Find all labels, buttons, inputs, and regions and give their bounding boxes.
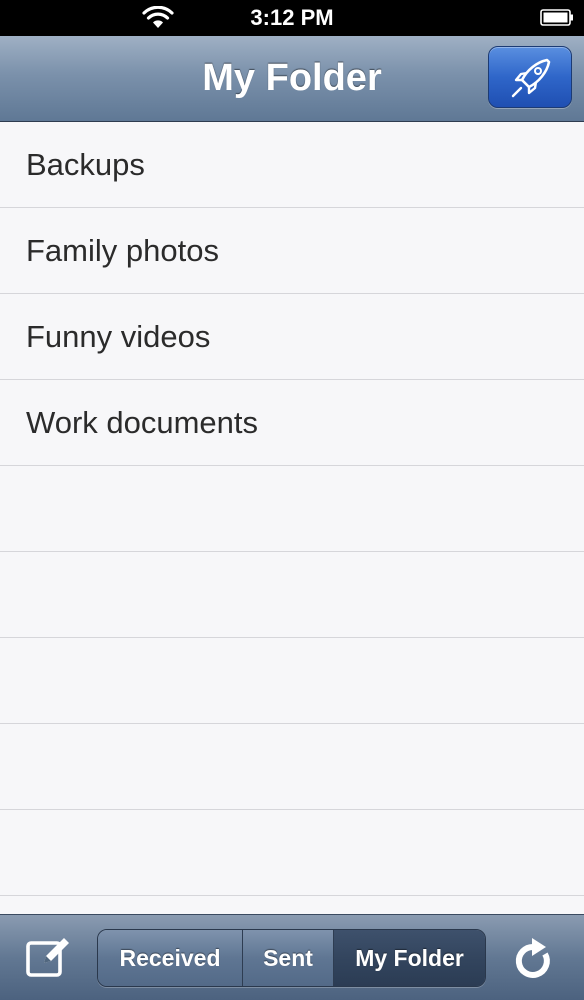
compose-icon[interactable] — [24, 935, 72, 981]
list-item-label: Funny videos — [26, 319, 211, 354]
list-item-label: Family photos — [26, 233, 219, 268]
empty-list-row — [0, 638, 584, 724]
segment-sent[interactable]: Sent — [243, 930, 334, 986]
nav-bar: My Folder — [0, 36, 584, 122]
status-bar: 3:12 PM — [0, 0, 584, 36]
mailbox-segmented-control: Received Sent My Folder — [97, 929, 486, 987]
send-button[interactable] — [488, 46, 572, 108]
segment-label: Received — [119, 944, 221, 971]
segment-label: My Folder — [355, 944, 464, 971]
segment-label: Sent — [263, 944, 313, 971]
battery-icon — [540, 9, 573, 26]
list-item[interactable]: Funny videos — [0, 294, 584, 380]
segment-my-folder[interactable]: My Folder — [334, 930, 485, 986]
list-item-label: Work documents — [26, 405, 259, 440]
list-item-label: Backups — [26, 147, 145, 182]
empty-list-row — [0, 552, 584, 638]
segment-received[interactable]: Received — [98, 930, 243, 986]
list-item[interactable]: Family photos — [0, 208, 584, 294]
list-item[interactable]: Work documents — [0, 380, 584, 466]
empty-list-row — [0, 466, 584, 552]
empty-list-row — [0, 724, 584, 810]
folder-list: Backups Family photos Funny videos Work … — [0, 122, 584, 914]
empty-list-row — [0, 810, 584, 896]
refresh-icon[interactable] — [512, 935, 556, 981]
status-time: 3:12 PM — [250, 5, 334, 30]
rocket-icon — [511, 58, 551, 98]
bottom-toolbar: Received Sent My Folder — [0, 914, 584, 1000]
list-item[interactable]: Backups — [0, 122, 584, 208]
